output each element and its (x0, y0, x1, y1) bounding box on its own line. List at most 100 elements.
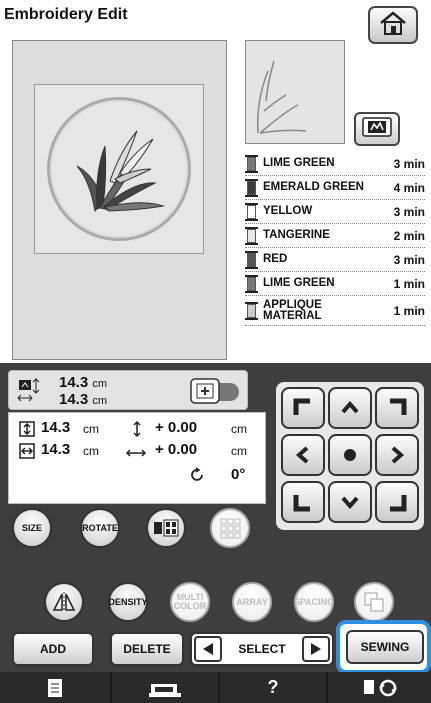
thread-spool-icon (245, 154, 258, 173)
size-button[interactable]: SIZE (12, 508, 52, 548)
move-up-button[interactable] (328, 387, 372, 429)
horizontal-offset-unit: cm (231, 444, 247, 458)
move-up-left-button[interactable] (281, 387, 325, 429)
tab-settings[interactable] (328, 672, 431, 703)
duplicate-button[interactable] (354, 582, 394, 622)
chevron-left-icon (295, 446, 309, 464)
hoop-area (34, 84, 204, 254)
help-icon: ? (267, 677, 279, 697)
thread-color-time: 4 min (393, 180, 425, 195)
thread-color-row[interactable]: LIME GREEN 1 min (245, 272, 425, 296)
position-info-box: 14.3 cm 14.3 cm + 0.00 cm + 0.00 cm 0° (8, 412, 266, 504)
sewing-button-label: SEWING (360, 640, 410, 654)
height-value: 14.3 (41, 419, 71, 436)
thread-color-row[interactable]: RED 3 min (245, 248, 425, 272)
delete-button-label: DELETE (123, 642, 171, 656)
pattern-height-unit: cm (92, 395, 108, 407)
triangle-right-icon (311, 643, 321, 655)
tab-machine[interactable] (112, 672, 218, 703)
thread-color-row[interactable]: LIME GREEN 3 min (245, 152, 425, 176)
tab-help[interactable]: ? (220, 672, 326, 703)
vertical-offset-icon (131, 420, 143, 443)
corner-up-right-icon (390, 398, 407, 415)
rotate-angle-value: 0° (231, 466, 246, 483)
thread-color-name: LIME GREEN (263, 157, 335, 169)
thread-color-row[interactable]: EMERALD GREEN 4 min (245, 176, 425, 200)
chevron-up-icon (341, 400, 359, 414)
add-button[interactable]: ADD (12, 632, 94, 666)
array-button[interactable]: ARRAY (232, 582, 272, 622)
thread-color-row[interactable]: APPLIQUE MATERIAL 1 min (245, 296, 425, 326)
triangle-left-icon (203, 643, 213, 655)
vertical-offset-value: + 0.00 (155, 419, 198, 436)
pattern-width-unit: cm (92, 378, 108, 390)
thread-color-name: LIME GREEN (263, 277, 335, 289)
rotate-angle-icon (189, 467, 205, 488)
frame-size-button[interactable] (189, 377, 241, 404)
thread-spool-icon (245, 226, 258, 245)
thread-color-name: YELLOW (263, 205, 313, 217)
thread-color-time: 3 min (393, 156, 425, 171)
spacing-button-label: SPACING (293, 596, 335, 607)
width-value: 14.3 (41, 441, 71, 458)
home-button[interactable] (368, 6, 418, 44)
move-left-button[interactable] (281, 434, 325, 476)
thread-color-row[interactable]: YELLOW 3 min (245, 200, 425, 224)
page-title: Embroidery Edit (4, 6, 128, 23)
corner-down-left-icon (293, 495, 310, 512)
home-icon (378, 10, 408, 41)
multi-color-button[interactable]: MULTI COLOR (170, 582, 210, 622)
flower-design (76, 130, 165, 213)
arrange-icon (154, 519, 179, 537)
border-button[interactable] (210, 508, 250, 548)
thread-color-time: 2 min (393, 228, 425, 243)
thread-spool-icon (245, 202, 258, 221)
document-icon (48, 678, 62, 697)
pattern-view-icon (362, 116, 392, 142)
height-unit: cm (83, 422, 99, 436)
move-up-right-button[interactable] (375, 387, 419, 429)
move-down-button[interactable] (328, 481, 372, 523)
density-button[interactable]: DENSITY (108, 582, 148, 622)
corner-down-right-icon (390, 495, 407, 512)
thread-color-row[interactable]: TANGERINE 2 min (245, 224, 425, 248)
move-down-right-button[interactable] (375, 481, 419, 523)
thread-spool-icon (245, 274, 258, 293)
center-button[interactable] (328, 434, 372, 476)
thread-color-name: APPLIQUE MATERIAL (263, 298, 322, 322)
tab-document[interactable] (0, 672, 110, 703)
rotate-button-label: ROTATE (82, 522, 118, 533)
delete-button[interactable]: DELETE (110, 632, 184, 666)
array-button-label: ARRAY (236, 596, 268, 607)
thread-color-time: 3 min (393, 252, 425, 267)
size-button-label: SIZE (21, 522, 42, 533)
thread-color-list: LIME GREEN 3 min EMERALD GREEN 4 min YEL… (245, 152, 425, 326)
pattern-thumbnail (245, 40, 345, 144)
vertical-offset-unit: cm (231, 422, 247, 436)
chevron-down-icon (341, 496, 359, 510)
move-right-button[interactable] (375, 434, 419, 476)
bottom-tab-bar: ? (0, 672, 431, 703)
select-prev-button[interactable] (194, 636, 222, 662)
width-icon (19, 443, 35, 464)
spacing-button[interactable]: SPACING (294, 582, 334, 622)
select-next-button[interactable] (302, 636, 330, 662)
rotate-button[interactable]: ROTATE (80, 508, 120, 548)
sewing-button[interactable]: SEWING (346, 630, 424, 664)
settings-icon (363, 679, 397, 696)
height-icon (19, 421, 35, 442)
chevron-right-icon (391, 446, 405, 464)
move-down-left-button[interactable] (281, 481, 325, 523)
thread-spool-icon (245, 250, 258, 269)
duplicate-icon (364, 592, 384, 612)
thread-spool-icon (245, 301, 258, 320)
pattern-width-value: 14.3 (59, 374, 89, 391)
pattern-view-button[interactable] (354, 112, 400, 146)
pattern-size-box: 14.3 cm 14.3 cm (8, 370, 248, 410)
border-grid-icon (220, 518, 241, 539)
mirror-button[interactable] (44, 582, 84, 622)
select-label: SELECT (238, 642, 286, 656)
arrange-button[interactable] (146, 508, 186, 548)
size-icon (17, 378, 43, 409)
thread-color-name: TANGERINE (263, 229, 330, 241)
